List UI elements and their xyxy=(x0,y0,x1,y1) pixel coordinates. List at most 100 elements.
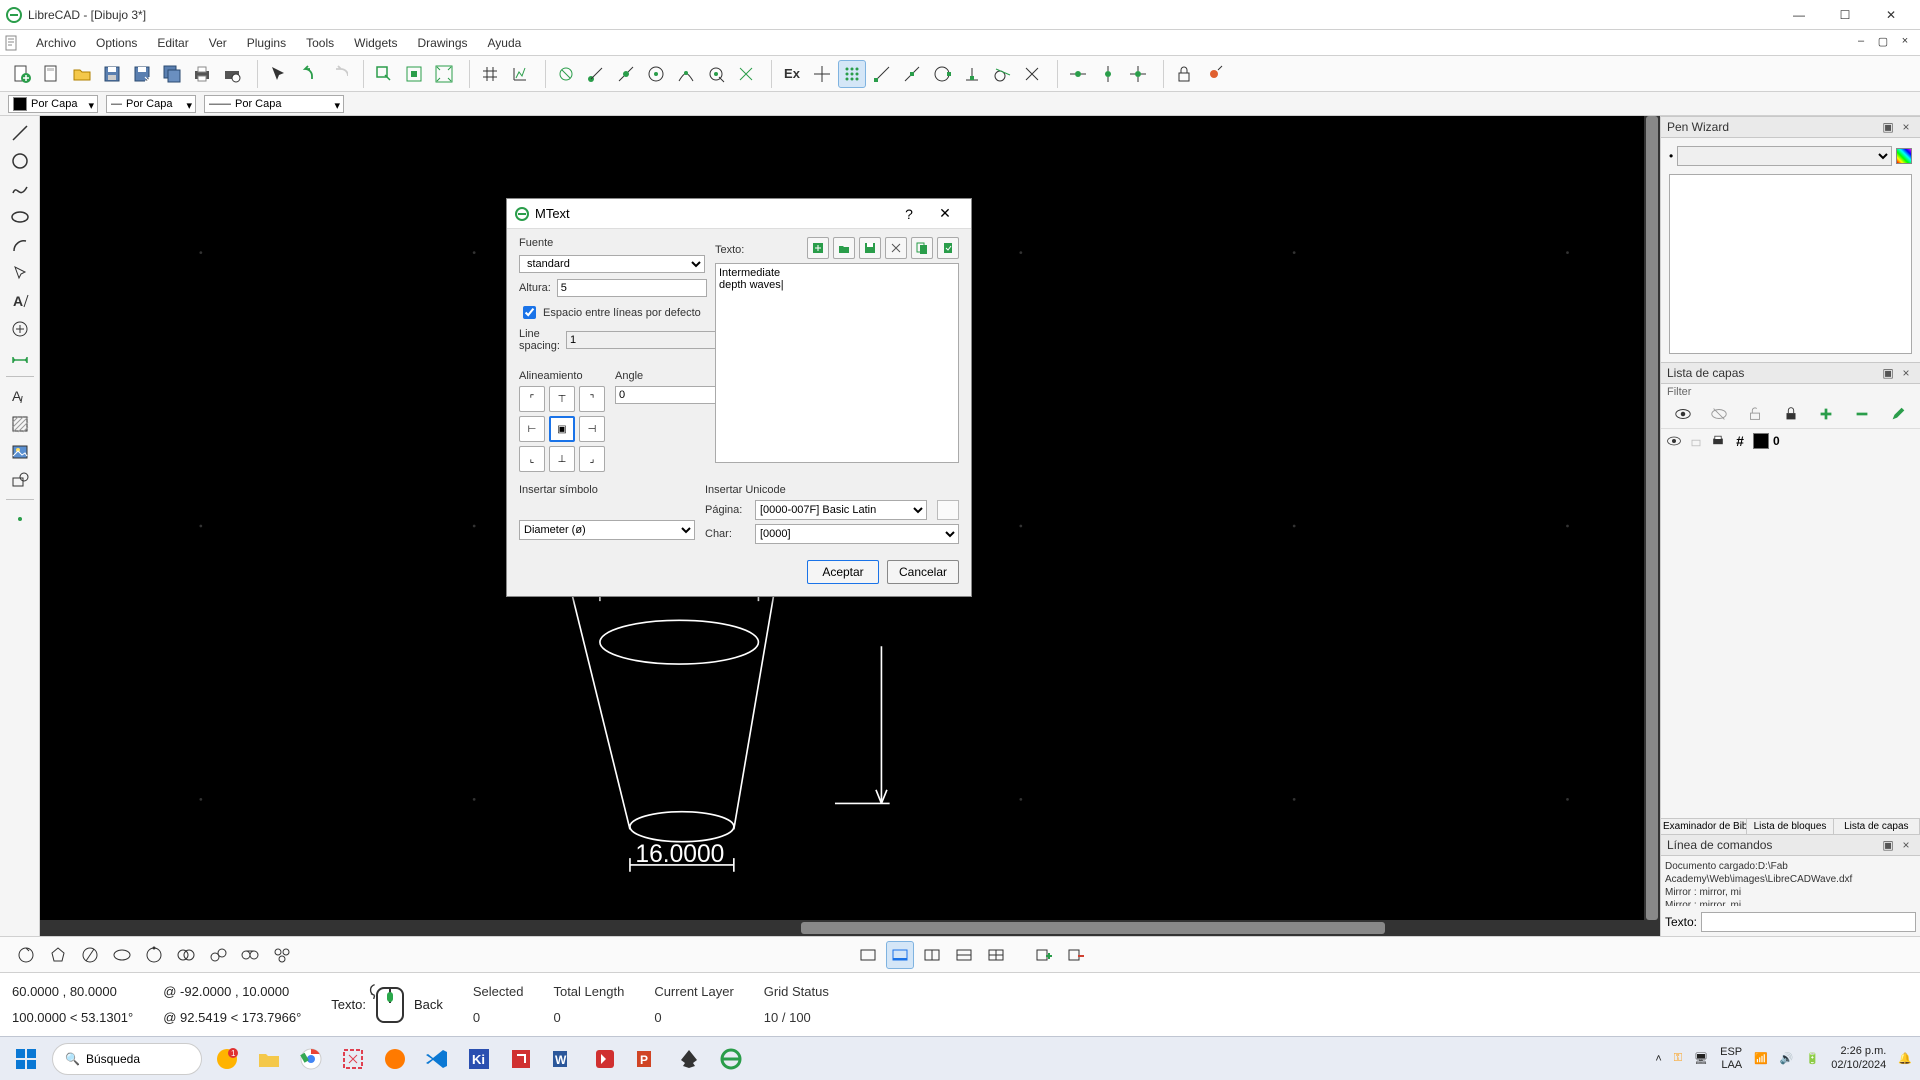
command-input[interactable] xyxy=(1701,912,1916,932)
panel-close-button[interactable]: × xyxy=(1898,119,1914,135)
eye-icon[interactable] xyxy=(1665,432,1683,450)
align-tl[interactable]: ⌜ xyxy=(519,386,545,412)
snap-quad-button[interactable] xyxy=(928,60,956,88)
tool-select-cursor[interactable] xyxy=(6,260,34,286)
taskbar-copilot[interactable]: 1 xyxy=(210,1042,244,1076)
print-button[interactable] xyxy=(188,60,216,88)
cancelar-button[interactable]: Cancelar xyxy=(887,560,959,584)
zoom-extents-button[interactable] xyxy=(430,60,458,88)
altura-input[interactable] xyxy=(557,279,707,297)
taskbar-inkscape[interactable] xyxy=(672,1042,706,1076)
color-select[interactable]: Por Capa▾ xyxy=(8,95,98,113)
tool-hatch[interactable] xyxy=(6,411,34,437)
layer-row-0[interactable]: # 0 xyxy=(1661,429,1920,453)
layer-add-button[interactable] xyxy=(1808,402,1844,426)
font-select[interactable]: standard xyxy=(519,255,705,273)
canvas-scrollbar-vertical[interactable] xyxy=(1644,116,1660,920)
tray-date[interactable]: 02/10/2024 xyxy=(1831,1059,1886,1072)
mdi-close[interactable]: × xyxy=(1896,34,1914,48)
tray-lang2[interactable]: LAA xyxy=(1720,1059,1742,1071)
crosshair-button[interactable] xyxy=(808,60,836,88)
view-5[interactable] xyxy=(982,941,1010,969)
lock-relative-button[interactable] xyxy=(1170,60,1198,88)
save-button[interactable] xyxy=(98,60,126,88)
menu-tools[interactable]: Tools xyxy=(296,33,344,53)
snap-grid-button[interactable] xyxy=(732,60,760,88)
print-preview-button[interactable] xyxy=(218,60,246,88)
poly-4[interactable] xyxy=(108,941,136,969)
tab-library[interactable]: Examinador de Biblioteca xyxy=(1661,819,1747,834)
taskbar-librecad[interactable] xyxy=(714,1042,748,1076)
redo-button[interactable] xyxy=(324,60,352,88)
taskbar-app-red[interactable] xyxy=(504,1042,538,1076)
snap-x-button[interactable] xyxy=(1018,60,1046,88)
align-mr[interactable]: ⊣ xyxy=(579,416,605,442)
tt-cut[interactable] xyxy=(885,237,907,259)
save-as-button[interactable] xyxy=(128,60,156,88)
poly-1[interactable] xyxy=(12,941,40,969)
zoom-pan-button[interactable] xyxy=(400,60,428,88)
espacio-checkbox[interactable] xyxy=(523,306,536,319)
undo-button[interactable] xyxy=(294,60,322,88)
layer-hide-all[interactable] xyxy=(1701,402,1737,426)
poly-8[interactable] xyxy=(236,941,264,969)
tool-dimension[interactable] xyxy=(6,344,34,370)
pagina-select[interactable]: [0000-007F] Basic Latin xyxy=(755,500,927,520)
poly-7[interactable] xyxy=(204,941,232,969)
tool-insert[interactable] xyxy=(6,316,34,342)
align-bl[interactable]: ⌞ xyxy=(519,446,545,472)
layer-unlock-button[interactable] xyxy=(1737,402,1773,426)
save-all-button[interactable] xyxy=(158,60,186,88)
new-button[interactable] xyxy=(8,60,36,88)
poly-3[interactable] xyxy=(76,941,104,969)
tool-spline[interactable] xyxy=(6,176,34,202)
menu-plugins[interactable]: Plugins xyxy=(237,33,296,53)
mdi-minimize[interactable]: – xyxy=(1852,34,1870,48)
snap-midpoint-button[interactable] xyxy=(612,60,640,88)
snap-end-2-button[interactable] xyxy=(868,60,896,88)
layer-edit-button[interactable] xyxy=(1880,402,1916,426)
tray-time[interactable]: 2:26 p.m. xyxy=(1831,1045,1886,1058)
canvas-scrollbar-horizontal[interactable] xyxy=(40,920,1660,936)
taskbar-powerpoint[interactable]: P xyxy=(630,1042,664,1076)
layer-remove-button[interactable] xyxy=(1844,402,1880,426)
new-template-button[interactable] xyxy=(38,60,66,88)
lock-off-icon[interactable] xyxy=(1687,432,1705,450)
tt-copy[interactable] xyxy=(911,237,933,259)
panel-close-button-2[interactable]: × xyxy=(1898,365,1914,381)
tool-circle[interactable] xyxy=(6,148,34,174)
tool-mtext[interactable]: AI xyxy=(6,383,34,409)
tray-battery-icon[interactable]: 🔋 xyxy=(1806,1052,1820,1065)
taskbar-pdf[interactable] xyxy=(588,1042,622,1076)
pw-color-swatch[interactable] xyxy=(1896,148,1912,164)
maximize-button[interactable]: ☐ xyxy=(1822,0,1868,30)
view-3[interactable] xyxy=(918,941,946,969)
panel-close-button-3[interactable]: × xyxy=(1898,837,1914,853)
poly-5[interactable] xyxy=(140,941,168,969)
dialog-close-button[interactable]: ✕ xyxy=(927,201,963,227)
hash-icon[interactable]: # xyxy=(1731,432,1749,450)
layer-color-swatch[interactable] xyxy=(1753,433,1769,449)
select-button[interactable] xyxy=(264,60,292,88)
align-mc[interactable]: ▣ xyxy=(549,416,575,442)
dialog-help-button[interactable]: ? xyxy=(891,201,927,227)
explode-button[interactable]: Ex xyxy=(778,60,806,88)
tray-wifi-icon[interactable]: 📶 xyxy=(1754,1052,1768,1065)
set-relative-button[interactable] xyxy=(1200,60,1228,88)
view-remove[interactable] xyxy=(1062,941,1090,969)
linetype-select[interactable]: ——Por Capa▾ xyxy=(204,95,344,113)
align-bc[interactable]: ⊥ xyxy=(549,446,575,472)
text-area[interactable]: Intermediate depth waves| xyxy=(715,263,959,463)
zoom-region-button[interactable] xyxy=(370,60,398,88)
tt-save[interactable] xyxy=(859,237,881,259)
panel-float-button-3[interactable]: ▣ xyxy=(1880,837,1896,853)
align-tc[interactable]: ⊤ xyxy=(549,386,575,412)
tt-clear[interactable] xyxy=(807,237,829,259)
axis-button[interactable] xyxy=(506,60,534,88)
aceptar-button[interactable]: Aceptar xyxy=(807,560,879,584)
poly-9[interactable] xyxy=(268,941,296,969)
snap-intersection-button[interactable] xyxy=(672,60,700,88)
tool-text[interactable]: A xyxy=(6,288,34,314)
width-select[interactable]: —Por Capa▾ xyxy=(106,95,196,113)
tool-point[interactable] xyxy=(6,506,34,532)
